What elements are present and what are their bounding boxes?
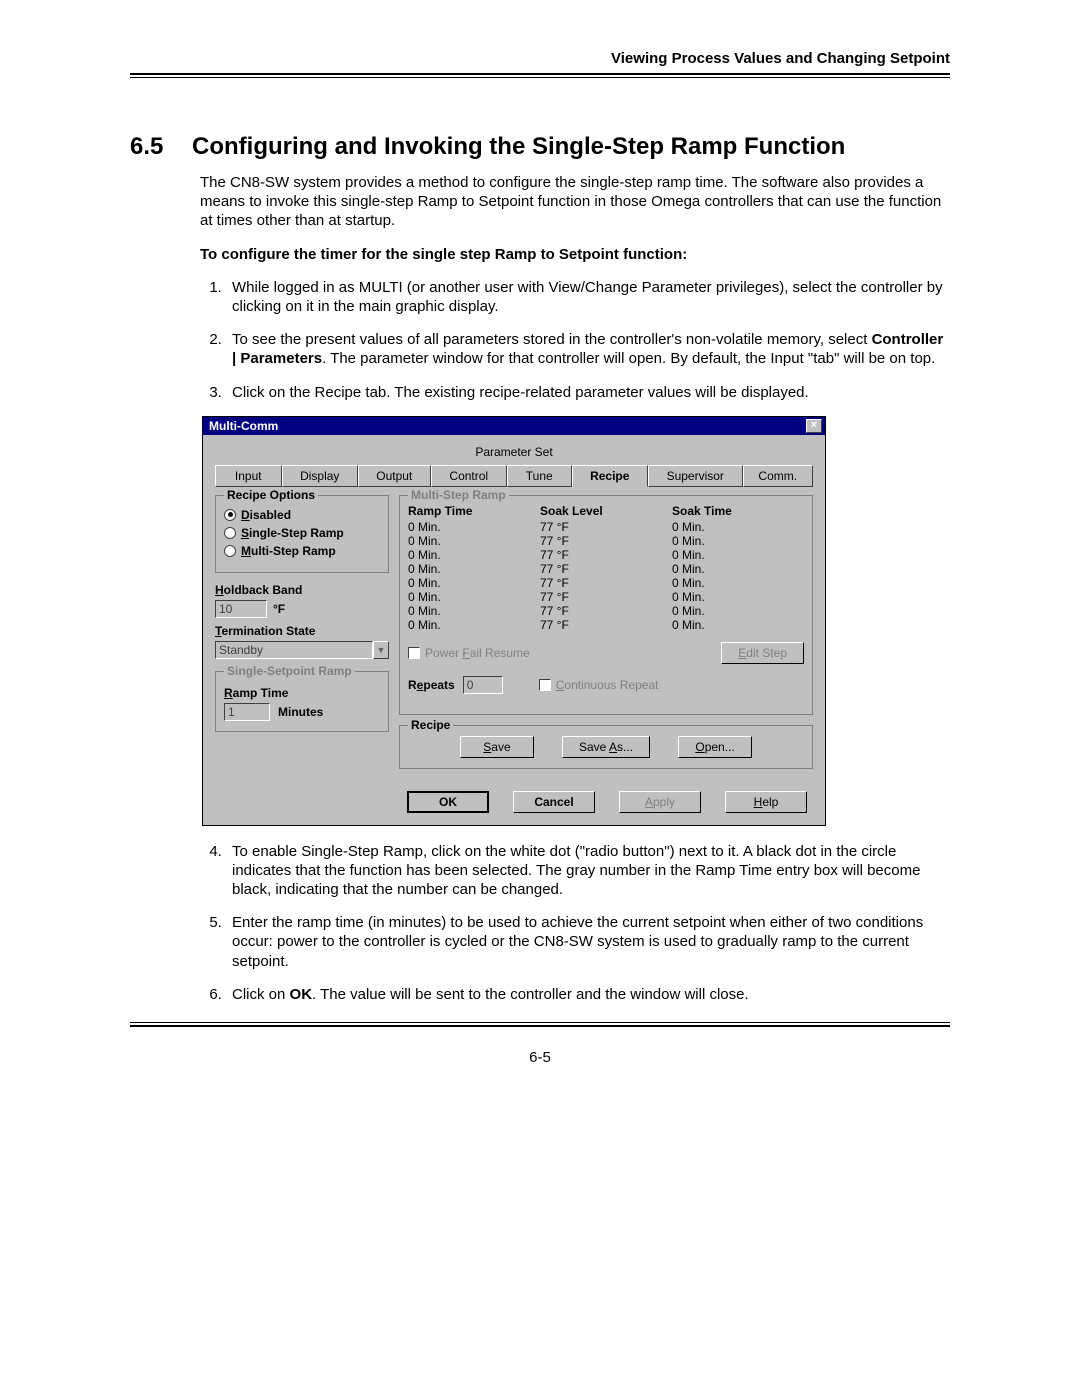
footer-rule-thick bbox=[130, 1025, 950, 1027]
chevron-down-icon[interactable]: ▼ bbox=[373, 641, 389, 659]
recipe-options-legend: Recipe Options bbox=[224, 488, 318, 502]
section-title: Configuring and Invoking the Single-Step… bbox=[192, 133, 845, 161]
save-button[interactable]: Save bbox=[460, 736, 534, 758]
tab-input[interactable]: Input bbox=[215, 465, 282, 487]
tab-strip: Input Display Output Control Tune Recipe… bbox=[215, 465, 813, 487]
tab-control[interactable]: Control bbox=[431, 465, 508, 487]
multi-comm-window: Multi-Comm × Parameter Set Input Display… bbox=[202, 416, 826, 826]
msr-row: 0 Min.77 °F0 Min. bbox=[408, 618, 804, 632]
close-icon[interactable]: × bbox=[806, 419, 822, 433]
ramp-time-unit: Minutes bbox=[278, 705, 323, 719]
repeats-label: Repeats bbox=[408, 678, 455, 692]
radio-icon bbox=[224, 545, 236, 557]
msr-row: 0 Min.77 °F0 Min. bbox=[408, 534, 804, 548]
holdback-unit: °F bbox=[273, 602, 285, 616]
procedure-subheading: To configure the timer for the single st… bbox=[200, 245, 950, 264]
header-rule-thick bbox=[130, 73, 950, 75]
termination-value: Standby bbox=[215, 641, 373, 659]
termination-state-label: Termination State bbox=[215, 624, 389, 638]
checkbox-icon bbox=[408, 647, 420, 659]
termination-dropdown[interactable]: Standby ▼ bbox=[215, 641, 389, 659]
recipe-legend: Recipe bbox=[408, 718, 453, 732]
single-setpoint-ramp-group: Single-Setpoint Ramp Ramp Time 1 Minutes bbox=[215, 671, 389, 732]
msr-row: 0 Min.77 °F0 Min. bbox=[408, 604, 804, 618]
tab-tune[interactable]: Tune bbox=[507, 465, 572, 487]
tab-display[interactable]: Display bbox=[282, 465, 359, 487]
checkbox-icon bbox=[539, 679, 551, 691]
tab-output[interactable]: Output bbox=[358, 465, 431, 487]
radio-single-step[interactable]: Single-Step Ramp bbox=[224, 526, 380, 540]
power-fail-resume-check[interactable]: Power Fail Resume bbox=[408, 646, 530, 660]
multi-step-ramp-group: Multi-Step Ramp Ramp Time Soak Level Soa… bbox=[399, 495, 813, 715]
continuous-repeat-check[interactable]: Continuous Repeat bbox=[539, 678, 659, 692]
parameter-set-label: Parameter Set bbox=[215, 445, 813, 459]
radio-icon bbox=[224, 527, 236, 539]
ramp-time-label: Ramp Time bbox=[224, 686, 380, 700]
tab-recipe[interactable]: Recipe bbox=[572, 465, 649, 487]
sspr-legend: Single-Setpoint Ramp bbox=[224, 664, 355, 678]
msr-row: 0 Min.77 °F0 Min. bbox=[408, 520, 804, 534]
intro-paragraph: The CN8-SW system provides a method to c… bbox=[200, 173, 950, 231]
open-button[interactable]: Open... bbox=[678, 736, 752, 758]
page-number: 6-5 bbox=[130, 1049, 950, 1066]
radio-disabled[interactable]: Disabled bbox=[224, 508, 380, 522]
tab-comm[interactable]: Comm. bbox=[743, 465, 814, 487]
ramp-time-input[interactable]: 1 bbox=[224, 703, 270, 721]
msr-row: 0 Min.77 °F0 Min. bbox=[408, 548, 804, 562]
radio-multi-step[interactable]: Multi-Step Ramp bbox=[224, 544, 380, 558]
step-6: Click on OK. The value will be sent to t… bbox=[226, 985, 950, 1004]
step-4: To enable Single-Step Ramp, click on the… bbox=[226, 842, 950, 900]
msr-row: 0 Min.77 °F0 Min. bbox=[408, 590, 804, 604]
footer-rule-thin bbox=[130, 1022, 950, 1023]
holdback-input[interactable]: 10 bbox=[215, 600, 267, 618]
window-title: Multi-Comm bbox=[209, 419, 278, 433]
apply-button[interactable]: Apply bbox=[619, 791, 701, 813]
tab-supervisor[interactable]: Supervisor bbox=[648, 465, 743, 487]
col-ramp-time: Ramp Time bbox=[408, 504, 540, 518]
step-1: While logged in as MULTI (or another use… bbox=[226, 278, 950, 316]
msr-row: 0 Min.77 °F0 Min. bbox=[408, 576, 804, 590]
recipe-group: Recipe Save Save As... Open... bbox=[399, 725, 813, 769]
help-button[interactable]: Help bbox=[725, 791, 807, 813]
col-soak-level: Soak Level bbox=[540, 504, 672, 518]
step-3: Click on the Recipe tab. The existing re… bbox=[226, 383, 950, 402]
step-5: Enter the ramp time (in minutes) to be u… bbox=[226, 913, 950, 971]
page-header-right: Viewing Process Values and Changing Setp… bbox=[130, 50, 950, 67]
msr-row: 0 Min.77 °F0 Min. bbox=[408, 562, 804, 576]
radio-icon bbox=[224, 509, 236, 521]
holdback-label: Holdback Band bbox=[215, 583, 389, 597]
recipe-options-group: Recipe Options Disabled Single-Step Ramp… bbox=[215, 495, 389, 573]
header-rule-thin bbox=[130, 77, 950, 78]
repeats-input[interactable]: 0 bbox=[463, 676, 503, 694]
titlebar: Multi-Comm × bbox=[203, 417, 825, 435]
ok-button[interactable]: OK bbox=[407, 791, 489, 813]
save-as-button[interactable]: Save As... bbox=[562, 736, 650, 758]
section-number: 6.5 bbox=[130, 133, 170, 161]
cancel-button[interactable]: Cancel bbox=[513, 791, 595, 813]
edit-step-button[interactable]: Edit Step bbox=[721, 642, 804, 664]
step-2: To see the present values of all paramet… bbox=[226, 330, 950, 368]
msr-legend: Multi-Step Ramp bbox=[408, 488, 509, 502]
col-soak-time: Soak Time bbox=[672, 504, 804, 518]
